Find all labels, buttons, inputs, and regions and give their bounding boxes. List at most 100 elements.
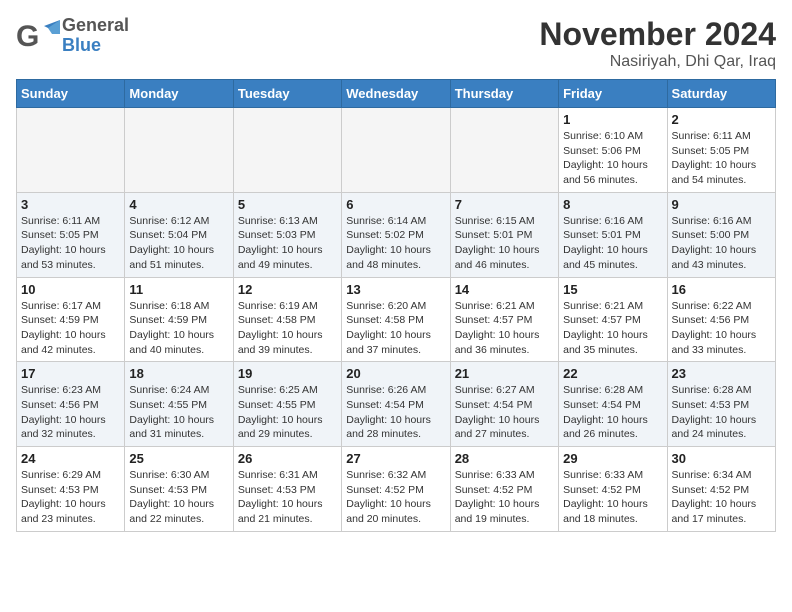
day-info: Sunrise: 6:28 AM Sunset: 4:54 PM Dayligh… [563,383,662,442]
day-number: 9 [672,197,771,212]
page-header: G General Blue November 2024 Nasiriyah, … [16,16,776,71]
day-info: Sunrise: 6:26 AM Sunset: 4:54 PM Dayligh… [346,383,445,442]
day-number: 12 [238,282,337,297]
calendar-day-cell: 25 Sunrise: 6:30 AM Sunset: 4:53 PM Dayli… [125,447,233,532]
calendar-table: SundayMondayTuesdayWednesdayThursdayFrid… [16,79,776,532]
calendar-day-cell: 3 Sunrise: 6:11 AM Sunset: 5:05 PM Daylig… [17,192,125,277]
day-number: 19 [238,366,337,381]
day-info: Sunrise: 6:16 AM Sunset: 5:01 PM Dayligh… [563,214,662,273]
day-info: Sunrise: 6:20 AM Sunset: 4:58 PM Dayligh… [346,299,445,358]
day-info: Sunrise: 6:21 AM Sunset: 4:57 PM Dayligh… [563,299,662,358]
day-info: Sunrise: 6:25 AM Sunset: 4:55 PM Dayligh… [238,383,337,442]
calendar-day-header: Friday [559,80,667,108]
month-title: November 2024 [539,16,776,53]
day-number: 26 [238,451,337,466]
calendar-week-row: 1 Sunrise: 6:10 AM Sunset: 5:06 PM Daylig… [17,108,776,193]
calendar-day-cell: 23Sunrise: 6:28 AM Sunset: 4:53 PM Dayli… [667,362,775,447]
calendar-day-cell: 13 Sunrise: 6:20 AM Sunset: 4:58 PM Dayli… [342,277,450,362]
calendar-day-cell: 15 Sunrise: 6:21 AM Sunset: 4:57 PM Dayli… [559,277,667,362]
calendar-day-cell: 12 Sunrise: 6:19 AM Sunset: 4:58 PM Dayli… [233,277,341,362]
calendar-day-cell [342,108,450,193]
day-info: Sunrise: 6:18 AM Sunset: 4:59 PM Dayligh… [129,299,228,358]
calendar-day-cell: 27 Sunrise: 6:32 AM Sunset: 4:52 PM Dayli… [342,447,450,532]
day-number: 27 [346,451,445,466]
day-number: 25 [129,451,228,466]
calendar-day-cell: 1 Sunrise: 6:10 AM Sunset: 5:06 PM Daylig… [559,108,667,193]
calendar-day-cell [233,108,341,193]
day-info: Sunrise: 6:19 AM Sunset: 4:58 PM Dayligh… [238,299,337,358]
calendar-day-header: Monday [125,80,233,108]
day-info: Sunrise: 6:23 AM Sunset: 4:56 PM Dayligh… [21,383,120,442]
calendar-day-cell: 17 Sunrise: 6:23 AM Sunset: 4:56 PM Dayli… [17,362,125,447]
calendar-day-header: Sunday [17,80,125,108]
calendar-week-row: 24 Sunrise: 6:29 AM Sunset: 4:53 PM Dayli… [17,447,776,532]
day-info: Sunrise: 6:11 AM Sunset: 5:05 PM Dayligh… [21,214,120,273]
day-info: Sunrise: 6:11 AM Sunset: 5:05 PM Dayligh… [672,129,771,188]
calendar-week-row: 17 Sunrise: 6:23 AM Sunset: 4:56 PM Dayli… [17,362,776,447]
day-info: Sunrise: 6:32 AM Sunset: 4:52 PM Dayligh… [346,468,445,527]
day-info: Sunrise: 6:10 AM Sunset: 5:06 PM Dayligh… [563,129,662,188]
day-number: 14 [455,282,554,297]
day-info: Sunrise: 6:17 AM Sunset: 4:59 PM Dayligh… [21,299,120,358]
calendar-day-cell: 16Sunrise: 6:22 AM Sunset: 4:56 PM Dayli… [667,277,775,362]
day-info: Sunrise: 6:22 AM Sunset: 4:56 PM Dayligh… [672,299,771,358]
day-number: 15 [563,282,662,297]
calendar-day-cell [17,108,125,193]
calendar-day-header: Thursday [450,80,558,108]
calendar-day-cell: 2 Sunrise: 6:11 AM Sunset: 5:05 PM Daylig… [667,108,775,193]
calendar-day-cell: 9 Sunrise: 6:16 AM Sunset: 5:00 PM Daylig… [667,192,775,277]
day-info: Sunrise: 6:29 AM Sunset: 4:53 PM Dayligh… [21,468,120,527]
location: Nasiriyah, Dhi Qar, Iraq [539,53,776,71]
day-number: 20 [346,366,445,381]
calendar-day-cell: 18Sunrise: 6:24 AM Sunset: 4:55 PM Dayli… [125,362,233,447]
calendar-day-cell: 30 Sunrise: 6:34 AM Sunset: 4:52 PM Dayli… [667,447,775,532]
calendar-day-cell: 26Sunrise: 6:31 AM Sunset: 4:53 PM Dayli… [233,447,341,532]
day-number: 21 [455,366,554,381]
calendar-day-cell: 20 Sunrise: 6:26 AM Sunset: 4:54 PM Dayli… [342,362,450,447]
day-number: 3 [21,197,120,212]
day-number: 10 [21,282,120,297]
calendar-day-cell: 10 Sunrise: 6:17 AM Sunset: 4:59 PM Dayli… [17,277,125,362]
logo-icon: G [16,18,60,54]
calendar-day-cell: 5Sunrise: 6:13 AM Sunset: 5:03 PM Daylig… [233,192,341,277]
calendar-day-cell: 19 Sunrise: 6:25 AM Sunset: 4:55 PM Dayli… [233,362,341,447]
day-number: 24 [21,451,120,466]
logo-line1: General [62,16,129,36]
day-number: 29 [563,451,662,466]
calendar-day-cell: 11 Sunrise: 6:18 AM Sunset: 4:59 PM Dayli… [125,277,233,362]
calendar-day-cell: 28 Sunrise: 6:33 AM Sunset: 4:52 PM Dayli… [450,447,558,532]
calendar-day-header: Wednesday [342,80,450,108]
day-number: 4 [129,197,228,212]
day-number: 7 [455,197,554,212]
calendar-day-cell: 8 Sunrise: 6:16 AM Sunset: 5:01 PM Daylig… [559,192,667,277]
day-info: Sunrise: 6:34 AM Sunset: 4:52 PM Dayligh… [672,468,771,527]
day-number: 11 [129,282,228,297]
calendar-header-row: SundayMondayTuesdayWednesdayThursdayFrid… [17,80,776,108]
calendar-day-cell [450,108,558,193]
day-number: 5 [238,197,337,212]
day-info: Sunrise: 6:21 AM Sunset: 4:57 PM Dayligh… [455,299,554,358]
day-number: 18 [129,366,228,381]
day-info: Sunrise: 6:30 AM Sunset: 4:53 PM Dayligh… [129,468,228,527]
calendar-week-row: 10 Sunrise: 6:17 AM Sunset: 4:59 PM Dayli… [17,277,776,362]
day-number: 1 [563,112,662,127]
day-number: 30 [672,451,771,466]
day-number: 22 [563,366,662,381]
day-number: 13 [346,282,445,297]
day-number: 8 [563,197,662,212]
day-info: Sunrise: 6:12 AM Sunset: 5:04 PM Dayligh… [129,214,228,273]
calendar-day-cell: 7Sunrise: 6:15 AM Sunset: 5:01 PM Daylig… [450,192,558,277]
day-info: Sunrise: 6:16 AM Sunset: 5:00 PM Dayligh… [672,214,771,273]
day-number: 17 [21,366,120,381]
calendar-week-row: 3 Sunrise: 6:11 AM Sunset: 5:05 PM Daylig… [17,192,776,277]
day-info: Sunrise: 6:33 AM Sunset: 4:52 PM Dayligh… [455,468,554,527]
calendar-day-cell: 21Sunrise: 6:27 AM Sunset: 4:54 PM Dayli… [450,362,558,447]
day-info: Sunrise: 6:14 AM Sunset: 5:02 PM Dayligh… [346,214,445,273]
day-number: 2 [672,112,771,127]
day-number: 28 [455,451,554,466]
calendar-day-cell: 24 Sunrise: 6:29 AM Sunset: 4:53 PM Dayli… [17,447,125,532]
calendar-day-cell: 4 Sunrise: 6:12 AM Sunset: 5:04 PM Daylig… [125,192,233,277]
title-block: November 2024 Nasiriyah, Dhi Qar, Iraq [539,16,776,71]
calendar-day-header: Saturday [667,80,775,108]
calendar-day-cell: 22 Sunrise: 6:28 AM Sunset: 4:54 PM Dayli… [559,362,667,447]
